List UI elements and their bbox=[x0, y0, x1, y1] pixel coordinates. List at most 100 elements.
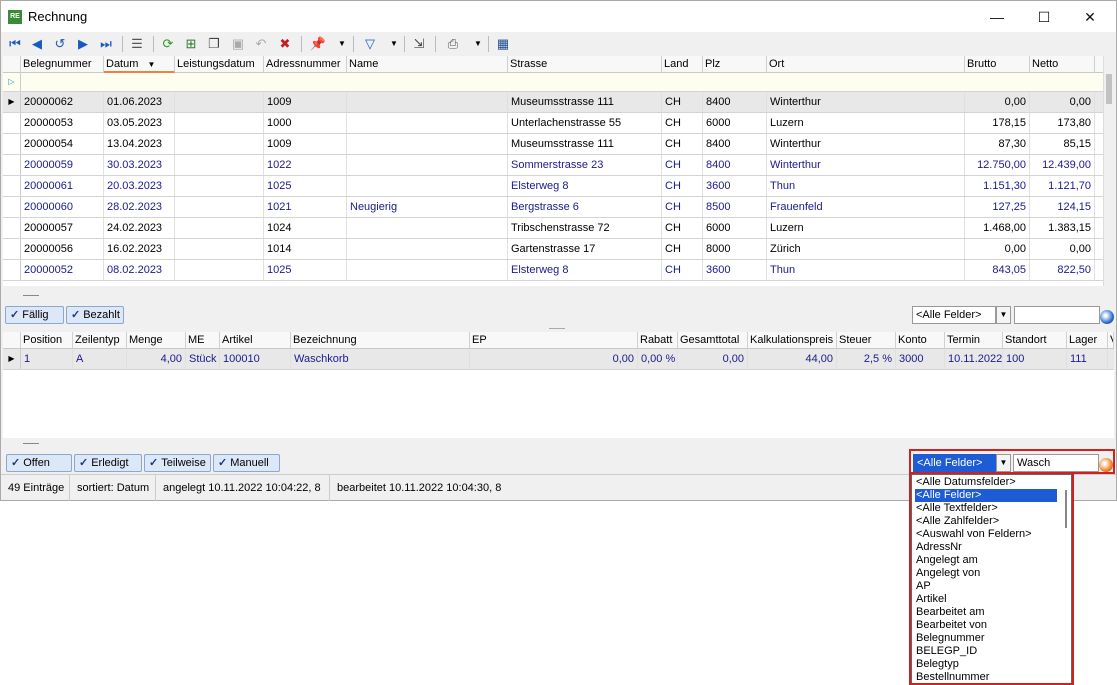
detail-splitter[interactable] bbox=[541, 326, 571, 331]
cell-gesamttotal[interactable]: 0,00 bbox=[678, 349, 748, 369]
cell-ort[interactable]: Winterthur bbox=[767, 92, 965, 112]
cell-netto[interactable]: 0,00 bbox=[1030, 92, 1095, 112]
col-netto[interactable]: Netto bbox=[1030, 56, 1095, 73]
cell-brutto[interactable]: 0,00 bbox=[965, 239, 1030, 259]
col-land[interactable]: Land bbox=[662, 56, 703, 73]
cell-ort[interactable]: Winterthur bbox=[767, 155, 965, 175]
cell-netto[interactable]: 0,00 bbox=[1030, 239, 1095, 259]
new-row[interactable]: ▷ bbox=[3, 73, 1103, 92]
cell-netto[interactable]: 1.121,70 bbox=[1030, 176, 1095, 196]
cell-datum[interactable]: 08.02.2023 bbox=[104, 260, 175, 280]
cell-land[interactable]: CH bbox=[662, 92, 703, 112]
cell-plz[interactable]: 8000 bbox=[703, 239, 767, 259]
cell-bezeichnung[interactable]: Waschkorb bbox=[291, 349, 470, 369]
cell-standort[interactable]: 100 bbox=[1003, 349, 1067, 369]
prev-record-icon[interactable]: ◀ bbox=[28, 35, 46, 53]
cell-plz[interactable]: 8500 bbox=[703, 197, 767, 217]
cell-land[interactable]: CH bbox=[662, 155, 703, 175]
cell-adressnummer[interactable]: 1025 bbox=[264, 260, 347, 280]
top-field-combo[interactable]: <Alle Felder> bbox=[912, 306, 996, 324]
cell-brutto[interactable]: 0,00 bbox=[965, 92, 1030, 112]
cell-ort[interactable]: Thun bbox=[767, 260, 965, 280]
teilweise-filter-button[interactable]: ✓ Teilweise bbox=[144, 454, 211, 472]
col-ep[interactable]: EP bbox=[470, 332, 638, 349]
cell-ort[interactable]: Thun bbox=[767, 176, 965, 196]
copy-record-icon[interactable]: ❐ bbox=[205, 35, 223, 53]
cell-belegnummer[interactable]: 20000059 bbox=[21, 155, 104, 175]
col-v[interactable]: V bbox=[1108, 332, 1114, 349]
filter-icon[interactable]: ▽ bbox=[361, 35, 379, 53]
top-search-input[interactable] bbox=[1014, 306, 1100, 324]
cell-name[interactable] bbox=[347, 239, 508, 259]
cell-adressnummer[interactable]: 1021 bbox=[264, 197, 347, 217]
cell-datum[interactable]: 01.06.2023 bbox=[104, 92, 175, 112]
position-row[interactable]: ▶ 1 A 4,00 Stück 100010 Waschkorb 0,00 0,00 % 0,0… bbox=[3, 349, 1114, 370]
cell-netto[interactable]: 124,15 bbox=[1030, 197, 1095, 217]
invoice-row[interactable]: 20000057 24.02.2023 1024 Tribschenstrasse 7… bbox=[3, 218, 1103, 239]
cell-leistungsdatum[interactable] bbox=[175, 239, 264, 259]
cell-strasse[interactable]: Museumsstrasse 111 bbox=[508, 92, 662, 112]
col-standort[interactable]: Standort bbox=[1003, 332, 1067, 349]
cell-adressnummer[interactable]: 1000 bbox=[264, 113, 347, 133]
cell-leistungsdatum[interactable] bbox=[175, 92, 264, 112]
col-plz[interactable]: Plz bbox=[703, 56, 767, 73]
cell-datum[interactable]: 16.02.2023 bbox=[104, 239, 175, 259]
cell-strasse[interactable]: Elsterweg 8 bbox=[508, 260, 662, 280]
cell-name[interactable] bbox=[347, 134, 508, 154]
cell-datum[interactable]: 30.03.2023 bbox=[104, 155, 175, 175]
export-icon[interactable]: ⇲ bbox=[410, 35, 428, 53]
cell-strasse[interactable]: Bergstrasse 6 bbox=[508, 197, 662, 217]
row-indicator[interactable] bbox=[3, 176, 21, 196]
cell-artikel[interactable]: 100010 bbox=[220, 349, 291, 369]
invoice-row[interactable]: ▶ 20000062 01.06.2023 1009 Museumsstrasse 11… bbox=[3, 92, 1103, 113]
cell-leistungsdatum[interactable] bbox=[175, 218, 264, 238]
cell-name[interactable] bbox=[347, 113, 508, 133]
col-leistungsdatum[interactable]: Leistungsdatum bbox=[175, 56, 264, 73]
calculator-icon[interactable]: ▦ bbox=[494, 35, 512, 53]
cell-name[interactable] bbox=[347, 92, 508, 112]
cell-plz[interactable]: 8400 bbox=[703, 155, 767, 175]
cell-brutto[interactable]: 178,15 bbox=[965, 113, 1030, 133]
col-strasse[interactable]: Strasse bbox=[508, 56, 662, 73]
current-row-indicator-icon[interactable]: ▶ bbox=[3, 92, 21, 112]
next-record-icon[interactable]: ▶ bbox=[74, 35, 92, 53]
print-icon[interactable]: ⎙ bbox=[444, 35, 462, 53]
cell-datum[interactable]: 20.03.2023 bbox=[104, 176, 175, 196]
erledigt-filter-button[interactable]: ✓ Erledigt bbox=[74, 454, 142, 472]
cell-land[interactable]: CH bbox=[662, 197, 703, 217]
cell-steuer[interactable]: 2,5 % bbox=[837, 349, 896, 369]
col-rabatt[interactable]: Rabatt bbox=[638, 332, 678, 349]
cell-adressnummer[interactable]: 1014 bbox=[264, 239, 347, 259]
cell-land[interactable]: CH bbox=[662, 218, 703, 238]
main-splitter[interactable] bbox=[3, 289, 1114, 296]
col-gesamttotal[interactable]: Gesamttotal bbox=[678, 332, 748, 349]
col-datum[interactable]: Datum ▼ bbox=[104, 56, 175, 73]
cell-leistungsdatum[interactable] bbox=[175, 134, 264, 154]
col-ort[interactable]: Ort bbox=[767, 56, 965, 73]
invoice-row[interactable]: 20000060 28.02.2023 1021 Neugierig Bergstras… bbox=[3, 197, 1103, 218]
cell-plz[interactable]: 6000 bbox=[703, 218, 767, 238]
cell-brutto[interactable]: 12.750,00 bbox=[965, 155, 1030, 175]
row-indicator[interactable] bbox=[3, 113, 21, 133]
cell-belegnummer[interactable]: 20000053 bbox=[21, 113, 104, 133]
current-row-indicator-icon[interactable]: ▶ bbox=[3, 349, 21, 369]
invoice-row[interactable]: 20000054 13.04.2023 1009 Museumsstrasse 111… bbox=[3, 134, 1103, 155]
row-indicator[interactable] bbox=[3, 155, 21, 175]
cell-datum[interactable]: 24.02.2023 bbox=[104, 218, 175, 238]
first-record-icon[interactable]: ⏮ bbox=[6, 35, 24, 53]
pin-icon[interactable]: 📌 bbox=[309, 35, 327, 53]
cell-name[interactable] bbox=[347, 218, 508, 238]
invoice-row[interactable]: 20000061 20.03.2023 1025 Elsterweg 8 CH 3600 T… bbox=[3, 176, 1103, 197]
cell-belegnummer[interactable]: 20000060 bbox=[21, 197, 104, 217]
offen-filter-button[interactable]: ✓ Offen bbox=[6, 454, 72, 472]
col-belegnummer[interactable]: Belegnummer bbox=[21, 56, 104, 73]
cell-plz[interactable]: 8400 bbox=[703, 134, 767, 154]
cell-leistungsdatum[interactable] bbox=[175, 113, 264, 133]
col-name[interactable]: Name bbox=[347, 56, 508, 73]
cell-plz[interactable]: 8400 bbox=[703, 92, 767, 112]
col-position[interactable]: Position bbox=[21, 332, 73, 349]
cell-land[interactable]: CH bbox=[662, 176, 703, 196]
print-dropdown-icon[interactable]: ▼ bbox=[469, 35, 487, 53]
row-indicator[interactable] bbox=[3, 197, 21, 217]
minimize-button[interactable]: — bbox=[974, 5, 1020, 29]
